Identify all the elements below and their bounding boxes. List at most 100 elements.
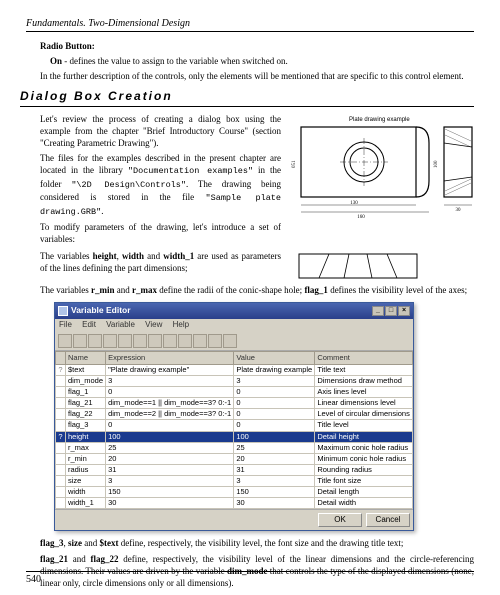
table-row[interactable]: dim_mode33Dimensions draw method [56,375,413,386]
toolbar-button[interactable] [88,334,102,348]
cell[interactable]: dim_mode==2 || dim_mode==3? 0:-1 [106,409,234,420]
cell[interactable]: Maximum conic hole radius [315,442,413,453]
toolbar-button[interactable] [103,334,117,348]
cell[interactable]: 0 [106,420,234,431]
menu-edit[interactable]: Edit [82,320,96,329]
cell[interactable]: dim_mode==1 || dim_mode==3? 0:-1 [106,398,234,409]
table-row[interactable]: flag_22dim_mode==2 || dim_mode==3? 0:-10… [56,409,413,420]
cell[interactable]: 30 [234,498,315,509]
cell[interactable] [56,375,66,386]
cell[interactable]: Rounding radius [315,464,413,475]
cell[interactable]: r_max [66,442,106,453]
cell[interactable]: 150 [106,487,234,498]
cell[interactable]: 25 [234,442,315,453]
cell[interactable]: 31 [234,464,315,475]
cell[interactable]: 31 [106,464,234,475]
cell[interactable]: Level of circular dimensions [315,409,413,420]
cell[interactable]: height [66,431,106,442]
cell[interactable]: Detail height [315,431,413,442]
table-row[interactable]: r_max2525Maximum conic hole radius [56,442,413,453]
cell[interactable]: Title level [315,420,413,431]
table-row[interactable]: radius3131Rounding radius [56,464,413,475]
cell[interactable] [56,442,66,453]
cell[interactable]: width_1 [66,498,106,509]
cell[interactable]: "Plate drawing example" [106,364,234,375]
cell[interactable]: 0 [234,420,315,431]
cell[interactable] [56,409,66,420]
menu-bar[interactable]: File Edit Variable View Help [55,319,413,332]
cell[interactable]: $text [66,364,106,375]
cell[interactable]: 20 [234,453,315,464]
toolbar-button[interactable] [223,334,237,348]
cell[interactable]: 30 [106,498,234,509]
cancel-button[interactable]: Cancel [366,513,410,527]
table-row[interactable]: r_min2020Minimum conic hole radius [56,453,413,464]
cell[interactable]: Minimum conic hole radius [315,453,413,464]
cell[interactable]: width [66,487,106,498]
table-row[interactable]: ?$text"Plate drawing example"Plate drawi… [56,364,413,375]
ok-button[interactable]: OK [318,513,362,527]
cell[interactable]: 0 [234,398,315,409]
toolbar-button[interactable] [193,334,207,348]
menu-help[interactable]: Help [173,320,189,329]
toolbar-button[interactable] [178,334,192,348]
cell[interactable] [56,487,66,498]
cell[interactable]: flag_22 [66,409,106,420]
cell[interactable]: flag_3 [66,420,106,431]
minimize-button[interactable]: _ [372,306,384,316]
table-row[interactable]: width150150Detail length [56,487,413,498]
cell[interactable] [56,398,66,409]
cell[interactable] [56,498,66,509]
cell[interactable]: 0 [234,387,315,398]
cell[interactable] [56,476,66,487]
toolbar-button[interactable] [118,334,132,348]
col-marker[interactable] [56,351,66,364]
toolbar-button[interactable] [73,334,87,348]
cell[interactable]: Detail length [315,487,413,498]
cell[interactable]: 0 [234,409,315,420]
cell[interactable]: Dimensions draw method [315,375,413,386]
table-row[interactable]: width_13030Detail width [56,498,413,509]
cell[interactable]: radius [66,464,106,475]
cell[interactable]: size [66,476,106,487]
col-value[interactable]: Value [234,351,315,364]
cell[interactable]: Linear dimensions level [315,398,413,409]
cell[interactable]: Plate drawing example [234,364,315,375]
menu-view[interactable]: View [145,320,162,329]
cell[interactable] [56,464,66,475]
window-titlebar[interactable]: Variable Editor _ □ × [55,303,413,318]
table-row[interactable]: ?height100100Detail height [56,431,413,442]
cell[interactable] [56,387,66,398]
cell[interactable]: Detail width [315,498,413,509]
cell[interactable]: flag_21 [66,398,106,409]
variable-grid[interactable]: Name Expression Value Comment ?$text"Pla… [55,351,413,510]
toolbar-button[interactable] [148,334,162,348]
close-button[interactable]: × [398,306,410,316]
cell[interactable]: flag_1 [66,387,106,398]
col-expression[interactable]: Expression [106,351,234,364]
table-row[interactable]: flag_300Title level [56,420,413,431]
toolbar-button[interactable] [208,334,222,348]
menu-file[interactable]: File [59,320,72,329]
cell[interactable]: Axis lines level [315,387,413,398]
cell[interactable] [56,420,66,431]
cell[interactable]: 100 [106,431,234,442]
cell[interactable] [56,453,66,464]
cell[interactable]: 100 [234,431,315,442]
maximize-button[interactable]: □ [385,306,397,316]
cell[interactable]: dim_mode [66,375,106,386]
cell[interactable]: Title text [315,364,413,375]
col-comment[interactable]: Comment [315,351,413,364]
col-name[interactable]: Name [66,351,106,364]
table-row[interactable]: flag_21dim_mode==1 || dim_mode==3? 0:-10… [56,398,413,409]
cell[interactable]: Title font size [315,476,413,487]
cell[interactable]: 3 [106,476,234,487]
cell[interactable]: 3 [106,375,234,386]
table-row[interactable]: flag_100Axis lines level [56,387,413,398]
cell[interactable]: 150 [234,487,315,498]
menu-variable[interactable]: Variable [106,320,135,329]
table-row[interactable]: size33Title font size [56,476,413,487]
cell[interactable]: 3 [234,476,315,487]
toolbar-button[interactable] [163,334,177,348]
cell[interactable]: 3 [234,375,315,386]
